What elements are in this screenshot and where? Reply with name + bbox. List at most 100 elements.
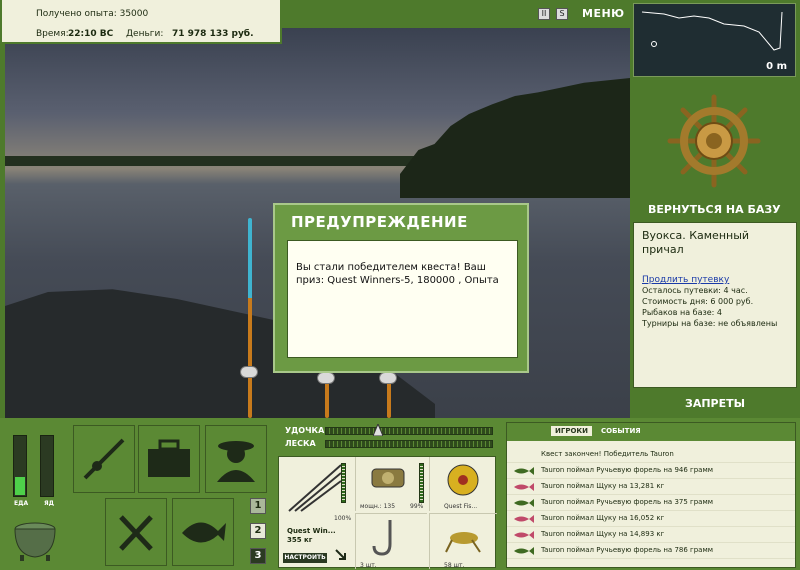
experience-text: Получено опыта: 35000 <box>36 9 149 19</box>
bait-count: 58 шт. <box>444 562 465 569</box>
event-text: Tauron поймал Ручьевую форель на 946 гра… <box>541 466 713 474</box>
list-item: Tauron поймал Ручьевую форель на 786 гра… <box>507 543 795 559</box>
sound-button[interactable]: S <box>556 8 568 20</box>
events-tabs: ИГРОКИ СОБЫТИЯ <box>507 423 795 441</box>
pike-icon <box>514 515 534 523</box>
rod-wear-bar <box>341 463 346 503</box>
dialog-message: Вы стали победителем квеста! Ваш приз: Q… <box>287 240 518 358</box>
page-3-button[interactable]: 3 <box>250 548 266 564</box>
fishing-rod-3[interactable] <box>379 368 397 418</box>
reel-icon <box>371 468 405 488</box>
location-panel: Вуокса. Каменный причал Продлить путевку… <box>633 222 797 388</box>
menu-button[interactable]: МЕНЮ <box>582 7 625 20</box>
configure-button[interactable]: НАСТРОИТЬ <box>283 553 327 563</box>
rod-condition: 100% <box>334 515 352 522</box>
poison-label: ЯД <box>44 500 54 507</box>
angler-button[interactable] <box>205 425 267 493</box>
dialog-title: ПРЕДУПРЕЖДЕНИЕ <box>291 213 468 231</box>
day-cost: Стоимость дня: 6 000 руб. <box>642 297 754 306</box>
events-panel: ИГРОКИ СОБЫТИЯ Квест закончен! Победител… <box>506 422 796 568</box>
line-slot[interactable]: Quest Fis... <box>429 457 497 511</box>
rods-button[interactable] <box>73 425 135 493</box>
pike-icon <box>514 483 534 491</box>
tackle-panel[interactable]: 100% Quest Win... 355 кг мощн.: 135 99% … <box>278 456 497 569</box>
list-item: Tauron поймал Щуку на 13,281 кг <box>507 479 795 495</box>
page-2-button[interactable]: 2 <box>250 523 266 539</box>
events-list: Квест закончен! Победитель Tauron Tauron … <box>507 447 795 559</box>
depth-map[interactable]: 0 m <box>633 3 796 77</box>
rod-strength-bar <box>325 427 493 435</box>
list-item: Tauron поймал Щуку на 14,893 кг <box>507 527 795 543</box>
return-to-base-button[interactable]: ВЕРНУТЬСЯ НА БАЗУ <box>648 203 781 216</box>
reel-slot[interactable]: мощн.: 135 99% <box>355 457 427 511</box>
event-text: Tauron поймал Щуку на 13,281 кг <box>541 482 665 490</box>
fork-knife-icon <box>119 515 153 551</box>
trout-icon <box>514 547 534 555</box>
list-item: Квест закончен! Победитель Tauron <box>507 447 795 463</box>
tab-players[interactable]: ИГРОКИ <box>551 426 592 436</box>
line-strength-label: ЛЕСКА <box>285 439 316 448</box>
reel-icon <box>379 372 397 384</box>
player-info-panel: Получено опыта: 35000 Время: 22:10 ВС Де… <box>0 0 282 44</box>
event-text: Квест закончен! Победитель Tauron <box>541 450 674 458</box>
food-bar <box>13 435 27 497</box>
rod-icon <box>83 438 125 480</box>
money-label: Деньги: <box>126 29 164 39</box>
rod-title: Quest Win... <box>287 527 336 535</box>
rod-assembly-icon <box>288 464 342 512</box>
rod-capacity: 355 кг <box>287 536 313 544</box>
extend-permit-link[interactable]: Продлить путевку <box>642 275 788 285</box>
cauldron-icon[interactable] <box>10 515 60 563</box>
rod-strength-label: УДОЧКА <box>285 426 325 435</box>
food-button[interactable] <box>105 498 167 566</box>
tackle-strength-bars: УДОЧКА ЛЕСКА <box>277 424 499 450</box>
bait-slot[interactable]: 58 шт. <box>429 513 497 569</box>
reel-icon <box>317 372 335 384</box>
distance-readout: 0 m <box>766 61 787 72</box>
trout-icon <box>514 467 534 475</box>
forest-silhouette <box>400 78 630 198</box>
reel-icon <box>240 366 258 378</box>
fish-icon <box>182 522 226 543</box>
anglers-count: Рыбаков на базе: 4 <box>642 308 722 317</box>
permit-remaining: Осталось путевки: 4 час. <box>642 286 748 295</box>
pause-button[interactable]: II <box>538 8 550 20</box>
reel-power: мощн.: 135 <box>360 503 396 510</box>
tab-events[interactable]: СОБЫТИЯ <box>597 426 645 436</box>
tackle-box-button[interactable] <box>138 425 200 493</box>
trout-icon <box>514 499 534 507</box>
time-label: Время: <box>36 29 69 39</box>
time-value: 22:10 ВС <box>68 29 114 39</box>
fishing-rod-2[interactable] <box>317 368 335 418</box>
event-text: Tauron поймал Ручьевую форель на 375 гра… <box>541 498 713 506</box>
location-name: Вуокса. Каменный причал <box>642 229 750 256</box>
reel-wear-bar <box>419 463 424 503</box>
line-spool-icon <box>447 464 479 496</box>
list-item: Tauron поймал Ручьевую форель на 375 гра… <box>507 495 795 511</box>
list-item: Tauron поймал Ручьевую форель на 946 гра… <box>507 463 795 479</box>
grasshopper-bait-icon <box>445 532 481 553</box>
rod-name: Quest Win... 355 кг <box>287 527 336 545</box>
list-item: Tauron поймал Щуку на 16,052 кг <box>507 511 795 527</box>
arrow-icon <box>335 549 346 560</box>
event-text: Tauron поймал Ручьевую форель на 786 гра… <box>541 546 713 554</box>
tournaments-status: Турниры на базе: не объявлены <box>642 319 778 328</box>
fishing-rod-1[interactable] <box>240 218 258 418</box>
bans-button[interactable]: ЗАПРЕТЫ <box>685 397 745 410</box>
poison-bar <box>40 435 54 497</box>
hooks-count: 3 шт. <box>360 562 377 569</box>
food-label: ЕДА <box>14 500 29 507</box>
pike-icon <box>514 531 534 539</box>
hook-slot[interactable]: 3 шт. <box>355 513 427 569</box>
event-text: Tauron поймал Щуку на 14,893 кг <box>541 530 665 538</box>
line-name: Quest Fis... <box>444 503 478 510</box>
hook-icon <box>372 520 392 556</box>
reel-condition: 99% <box>410 503 424 510</box>
warning-dialog[interactable]: ПРЕДУПРЕЖДЕНИЕ Вы стали победителем квес… <box>273 203 529 373</box>
angler-icon <box>217 441 255 482</box>
money-value: 71 978 133 руб. <box>172 29 254 39</box>
food-level <box>15 477 25 495</box>
catch-button[interactable] <box>172 498 234 566</box>
page-1-button[interactable]: 1 <box>250 498 266 514</box>
ship-wheel-icon[interactable] <box>666 93 762 189</box>
